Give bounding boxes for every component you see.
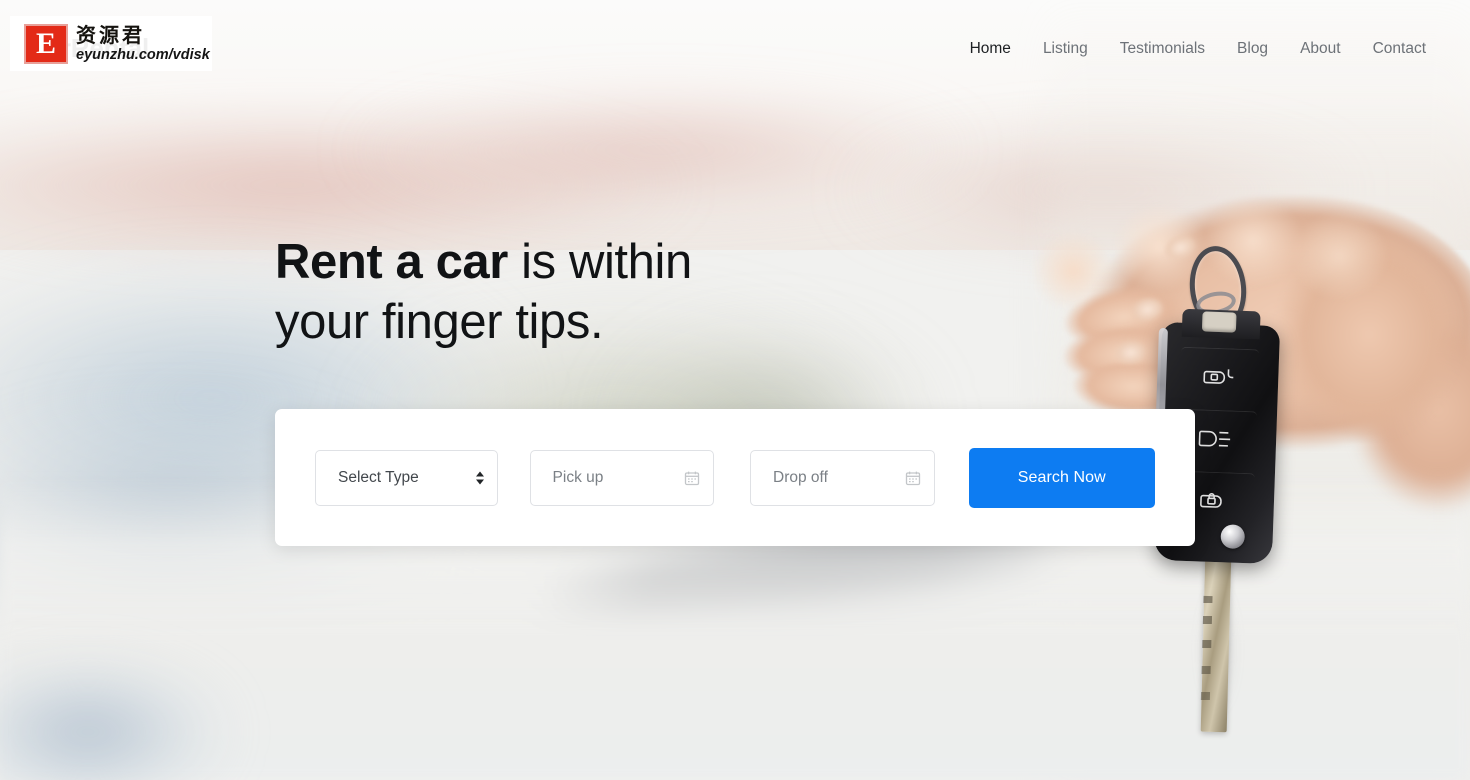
watermark-logo-icon: E (24, 23, 68, 64)
bg-floor-left-highlight (0, 630, 280, 780)
site-header: CarRental Home Listing Testimonials Blog… (0, 0, 1470, 98)
search-now-button[interactable]: Search Now (968, 447, 1155, 508)
nav-item-listing[interactable]: Listing (1027, 32, 1104, 66)
nav-item-about[interactable]: About (1284, 32, 1357, 66)
watermark-text: 资源君 eyunzhu.com/vdisk (76, 25, 210, 63)
watermark-url: eyunzhu.com/vdisk (76, 46, 210, 63)
search-booking-card: Select Type Pick up Drop off Search Now (275, 409, 1195, 546)
hero-copy: Rent a car is within your finger tips. (275, 232, 1035, 352)
nav-item-contact[interactable]: Contact (1357, 32, 1442, 66)
watermark-logo-letter: E (35, 26, 56, 60)
nav-item-testimonials[interactable]: Testimonials (1104, 32, 1221, 66)
unlock-car-button-icon (1179, 346, 1260, 406)
fob-ring-notch (1201, 311, 1237, 333)
hero-background-photo (0, 0, 1470, 780)
hero-heading-line2: your finger tips. (275, 295, 604, 349)
dropoff-date-field (750, 449, 935, 506)
nav-item-blog[interactable]: Blog (1221, 32, 1284, 66)
hero-heading-rest: is within (507, 235, 692, 289)
pickup-date-field (529, 449, 715, 506)
watermark-overlay: E 资源君 eyunzhu.com/vdisk (10, 16, 212, 71)
fob-flip-release-button (1220, 524, 1246, 550)
dropoff-date-input[interactable] (750, 449, 935, 506)
nav-item-home[interactable]: Home (954, 32, 1027, 66)
hero-heading: Rent a car is within your finger tips. (275, 232, 1035, 352)
main-navigation: Home Listing Testimonials Blog About Con… (954, 0, 1442, 98)
pickup-date-input[interactable] (529, 449, 715, 506)
vehicle-type-select[interactable]: Select Type (315, 449, 498, 506)
vehicle-type-field: Select Type (315, 449, 498, 506)
watermark-name: 资源君 (76, 22, 145, 47)
hero-heading-emphasis: Rent a car (275, 235, 508, 289)
page-root: CarRental Home Listing Testimonials Blog… (0, 0, 1470, 780)
